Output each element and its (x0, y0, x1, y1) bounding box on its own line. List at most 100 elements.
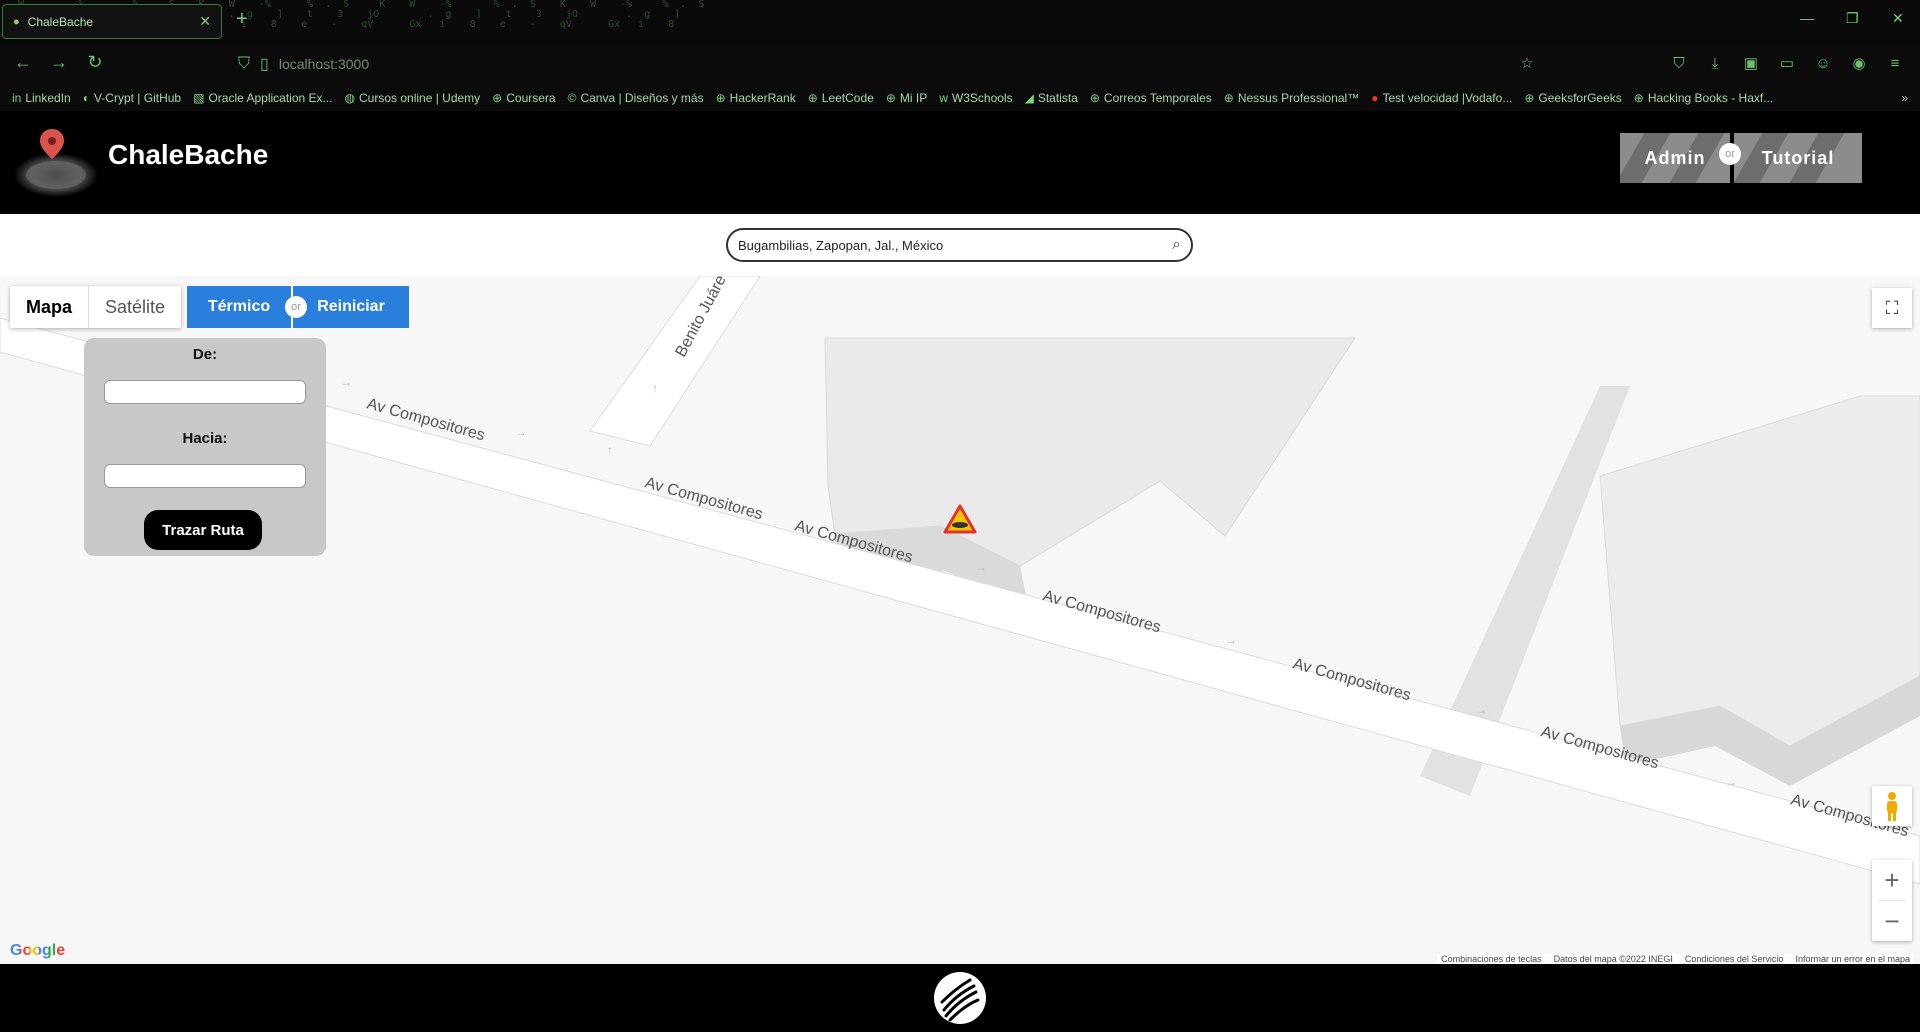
map-type-control: Mapa Satélite (10, 286, 182, 328)
bookmark-item[interactable]: w W3Schools (939, 91, 1012, 105)
footer-logo-icon (934, 972, 986, 1024)
route-panel: De: Hacia: Trazar Ruta (84, 338, 326, 556)
pegman-icon[interactable] (1872, 786, 1912, 826)
bookmark-item[interactable]: ⊕ Nessus Professional™ (1224, 91, 1359, 105)
minimize-icon[interactable]: — (1800, 10, 1814, 26)
extension-icon[interactable]: ▭ (1778, 55, 1796, 73)
arrow-icon: → (1475, 703, 1487, 717)
globe-icon: ⊕ (807, 91, 818, 105)
bookmark-item[interactable]: ⊕ Correos Temporales (1090, 91, 1212, 105)
bookmark-item[interactable]: ⊕ LeetCode (808, 91, 874, 105)
account-icon[interactable]: ◉ (1850, 55, 1868, 73)
tab-favicon-icon: ● (13, 15, 20, 28)
map-attribution: Combinaciones de teclas Datos del mapa ©… (1437, 954, 1914, 964)
map-data-text: Datos del mapa ©2022 INEGI (1553, 954, 1673, 964)
github-icon: ◐ (82, 91, 90, 105)
address-bar[interactable]: ⛉ ▯ localhost:3000 (238, 51, 1488, 77)
search-bar-area: Bugambilias, Zapopan, Jal., México ⌕ (0, 214, 1920, 276)
trazar-ruta-button[interactable]: Trazar Ruta (144, 510, 262, 550)
browser-tab[interactable]: ● ChaleBache ✕ (2, 4, 222, 39)
pocket-icon[interactable]: ⛉ (1670, 55, 1688, 73)
arrow-icon: ↑ (607, 443, 613, 457)
map-type-satelite-button[interactable]: Satélite (88, 286, 181, 328)
restore-icon[interactable]: ❐ (1846, 10, 1859, 27)
map-type-mapa-button[interactable]: Mapa (10, 286, 88, 328)
search-icon[interactable]: ⌕ (1172, 236, 1181, 254)
globe-icon: ⊕ (715, 91, 726, 105)
footer (0, 964, 1920, 1032)
keyboard-shortcuts-link[interactable]: Combinaciones de teclas (1441, 954, 1542, 964)
bookmark-item[interactable]: © Canva | Diseños y más (568, 91, 704, 105)
bookmark-item[interactable]: ● Test velocidad |Vodafo... (1371, 91, 1512, 105)
bookmarks-bar: in LinkedIn ◐ V-Crypt | GitHub ▧ Oracle App… (0, 85, 1920, 111)
linkedin-icon: in (12, 91, 22, 105)
forward-icon[interactable]: → (44, 52, 74, 73)
globe-icon: ⊕ (1223, 91, 1234, 105)
termico-button[interactable]: Térmico (187, 286, 293, 328)
arrow-icon: → (340, 375, 352, 389)
app-header: ChaleBache Admin Tutorial (0, 111, 1920, 214)
or-separator: or (1719, 143, 1741, 165)
arrow-icon: → (1225, 633, 1237, 647)
extension-icon[interactable]: ▣ (1742, 55, 1760, 73)
extension-icon[interactable]: ☺ (1814, 55, 1832, 73)
vodafone-icon: ● (1371, 91, 1379, 105)
map-area[interactable]: Bugambilias, Zapopan, Jal., México ⌕ → →… (0, 214, 1920, 964)
arrow-icon: → (1725, 775, 1737, 789)
from-input[interactable] (104, 380, 306, 404)
app-title: ChaleBache (108, 139, 269, 170)
terms-link[interactable]: Condiciones del Servicio (1685, 954, 1784, 964)
globe-icon: ⊕ (1089, 91, 1100, 105)
page-icon: ▯ (260, 56, 269, 73)
menu-icon[interactable]: ≡ (1886, 55, 1904, 73)
arrow-icon: → (515, 425, 527, 439)
app-logo-icon (14, 129, 98, 197)
url-text: localhost:3000 (278, 56, 370, 72)
globe-icon: ⊕ (885, 91, 896, 105)
matrix-background: W -% % . S K W -% % . S K W -% % . S K W… (18, 0, 705, 30)
close-window-icon[interactable]: ✕ (1892, 10, 1904, 27)
search-input[interactable]: Bugambilias, Zapopan, Jal., México ⌕ (726, 228, 1193, 262)
fullscreen-icon[interactable]: ⛶ (1872, 288, 1912, 328)
bookmark-item[interactable]: ▧ Oracle Application Ex... (193, 91, 332, 105)
shield-icon: ⛉ (238, 55, 251, 72)
back-icon[interactable]: ← (8, 52, 38, 73)
globe-icon: ⊕ (1524, 91, 1535, 105)
udemy-icon: ◍ (344, 91, 355, 105)
arrow-icon: ↑ (652, 381, 658, 395)
oracle-icon: ▧ (193, 91, 205, 105)
bookmark-item[interactable]: ⊕ Hacking Books - Haxf... (1634, 91, 1773, 105)
tab-title: ChaleBache (27, 14, 94, 29)
tutorial-button[interactable]: Tutorial (1734, 133, 1862, 183)
report-error-link[interactable]: Informar un error en el mapa (1795, 954, 1910, 964)
reiniciar-button[interactable]: Reiniciar (293, 286, 409, 328)
bookmark-item[interactable]: ◍ Cursos online | Udemy (345, 91, 481, 105)
statista-icon: ◢ (1024, 91, 1034, 105)
bookmark-item[interactable]: ⊕ GeeksforGeeks (1524, 91, 1621, 105)
bookmark-item[interactable]: in LinkedIn (12, 91, 71, 105)
search-value: Bugambilias, Zapopan, Jal., México (738, 237, 944, 253)
close-tab-icon[interactable]: ✕ (199, 13, 211, 30)
google-logo[interactable]: Google (10, 942, 65, 960)
zoom-in-icon[interactable]: + (1872, 860, 1912, 900)
bookmark-item[interactable]: ◢ Statista (1025, 91, 1078, 105)
zoom-out-icon[interactable]: − (1872, 901, 1912, 941)
browser-nav-bar: ← → ↻ ⛉ ▯ localhost:3000 ☆ ⛉ ⤓ ▣ ▭ ☺ ◉ ≡ (0, 43, 1920, 85)
bookmark-item[interactable]: ◐ V-Crypt | GitHub (83, 91, 181, 105)
to-input[interactable] (104, 464, 306, 488)
bookmark-star-icon[interactable]: ☆ (1518, 55, 1536, 73)
or-separator: or (285, 296, 307, 318)
more-bookmarks-icon[interactable]: » (1901, 91, 1908, 105)
reload-icon[interactable]: ↻ (80, 52, 110, 73)
bookmark-item[interactable]: ⊕ Coursera (492, 91, 555, 105)
admin-button[interactable]: Admin (1620, 133, 1730, 183)
from-label: De: (192, 346, 218, 363)
new-tab-icon[interactable]: + (236, 8, 248, 31)
road-benito-juarez (589, 276, 761, 447)
bookmark-item[interactable]: ⊕ HackerRank (716, 91, 796, 105)
download-icon[interactable]: ⤓ (1706, 55, 1724, 73)
canva-icon: © (567, 91, 577, 105)
w3schools-icon: w (939, 91, 948, 105)
to-label: Hacia: (182, 430, 228, 447)
bookmark-item[interactable]: ⊕ Mi IP (886, 91, 927, 105)
